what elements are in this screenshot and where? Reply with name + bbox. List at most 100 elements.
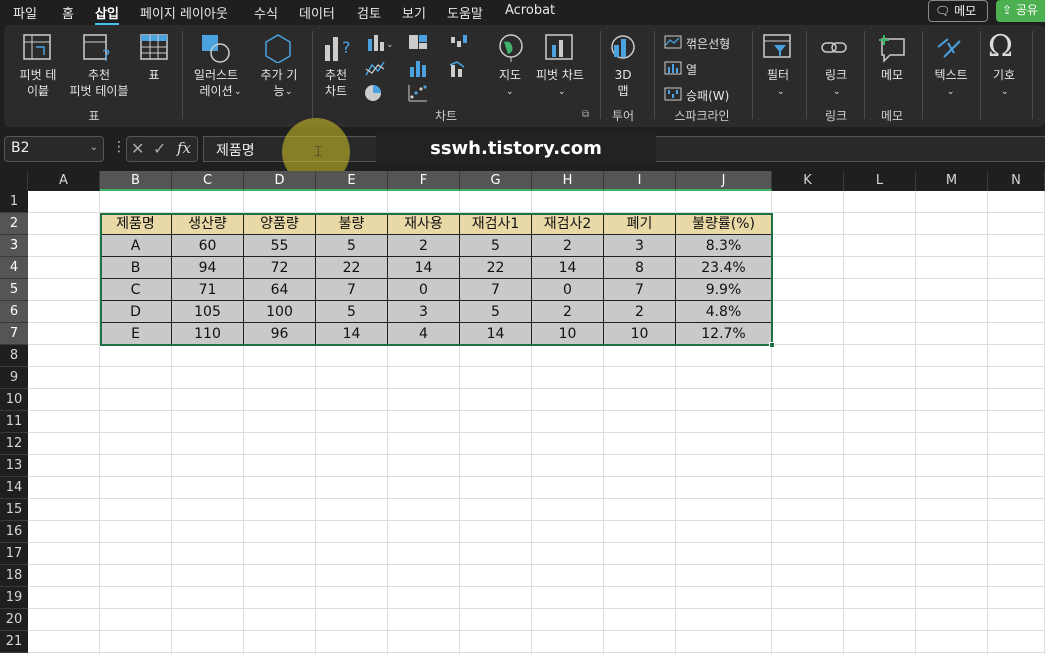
table-cell[interactable]: E: [100, 323, 172, 345]
table-cell[interactable]: 10: [532, 323, 604, 345]
table-header-cell[interactable]: 폐기: [604, 213, 676, 235]
table-cell[interactable]: 71: [172, 279, 244, 301]
table-cell[interactable]: 55: [244, 235, 316, 257]
table-cell[interactable]: D: [100, 301, 172, 323]
table-button[interactable]: 표: [140, 67, 168, 83]
table-cell[interactable]: 23.4%: [676, 257, 772, 279]
map-chart-button[interactable]: 지도: [490, 67, 530, 83]
table-cell[interactable]: 8: [604, 257, 676, 279]
column-header-j[interactable]: J: [676, 171, 772, 191]
column-header-b[interactable]: B: [100, 171, 172, 191]
more-options-icon[interactable]: ⋮: [112, 139, 126, 155]
chevron-down-icon[interactable]: ⌄: [90, 142, 98, 153]
table-cell[interactable]: 64: [244, 279, 316, 301]
tab-review[interactable]: 검토: [357, 3, 381, 22]
row-header-20[interactable]: 20: [0, 609, 28, 631]
fill-handle[interactable]: [769, 342, 775, 348]
table-header-cell[interactable]: 불량률(%): [676, 213, 772, 235]
dialog-launcher-icon[interactable]: ⧉: [582, 109, 589, 120]
table-cell[interactable]: 4: [388, 323, 460, 345]
table-cell[interactable]: 0: [388, 279, 460, 301]
table-cell[interactable]: 5: [316, 235, 388, 257]
row-header-3[interactable]: 3: [0, 235, 28, 257]
table-cell[interactable]: 3: [388, 301, 460, 323]
pie-chart-icon[interactable]: [364, 83, 394, 103]
row-header-15[interactable]: 15: [0, 499, 28, 521]
table-cell[interactable]: 12.7%: [676, 323, 772, 345]
tab-page-layout[interactable]: 페이지 레이아웃: [140, 3, 228, 22]
column-header-i[interactable]: I: [604, 171, 676, 191]
spreadsheet-grid[interactable]: A B C D E F G H I J K L M N 1 2 3 4 5 6 7 8 9 10 11 12 13 14 15 16 17 1…: [0, 171, 1045, 654]
sparkline-column-button[interactable]: 열: [686, 61, 697, 78]
table-cell[interactable]: 96: [244, 323, 316, 345]
link-button[interactable]: 링크: [816, 67, 856, 83]
table-cell[interactable]: 9.9%: [676, 279, 772, 301]
table-header-cell[interactable]: 제품명: [100, 213, 172, 235]
table-cell[interactable]: 7: [316, 279, 388, 301]
filter-button[interactable]: 필터: [758, 67, 798, 83]
new-memo-button[interactable]: 메모: [872, 67, 912, 83]
symbol-button[interactable]: 기호: [984, 67, 1024, 83]
column-chart-icon[interactable]: ⌄: [364, 33, 394, 53]
table-header-cell[interactable]: 재검사1: [460, 213, 532, 235]
select-all-corner[interactable]: [0, 171, 28, 191]
scatter-chart-icon[interactable]: [407, 83, 437, 103]
table-cell[interactable]: 0: [532, 279, 604, 301]
tab-data[interactable]: 데이터: [299, 3, 335, 22]
table-cell[interactable]: 10: [604, 323, 676, 345]
table-cell[interactable]: C: [100, 279, 172, 301]
table-cell[interactable]: 4.8%: [676, 301, 772, 323]
table-cell[interactable]: B: [100, 257, 172, 279]
share-button[interactable]: ⇪ 공유: [996, 0, 1045, 22]
column-header-g[interactable]: G: [460, 171, 532, 191]
tab-home[interactable]: 홈: [62, 3, 74, 22]
table-cell[interactable]: 22: [460, 257, 532, 279]
row-header-10[interactable]: 10: [0, 389, 28, 411]
cancel-icon[interactable]: ✕: [131, 139, 144, 158]
table-cell[interactable]: 2: [604, 301, 676, 323]
column-header-h[interactable]: H: [532, 171, 604, 191]
table-header-cell[interactable]: 재사용: [388, 213, 460, 235]
column-header-f[interactable]: F: [388, 171, 460, 191]
row-header-9[interactable]: 9: [0, 367, 28, 389]
row-header-4[interactable]: 4: [0, 257, 28, 279]
column-header-n[interactable]: N: [988, 171, 1045, 191]
enter-icon[interactable]: ✓: [153, 139, 166, 158]
column-header-l[interactable]: L: [844, 171, 916, 191]
table-cell[interactable]: 2: [532, 235, 604, 257]
tab-help[interactable]: 도움말: [447, 3, 483, 22]
row-header-1[interactable]: 1: [0, 191, 28, 213]
table-cell[interactable]: 110: [172, 323, 244, 345]
row-header-6[interactable]: 6: [0, 301, 28, 323]
tab-insert[interactable]: 삽입: [95, 3, 119, 25]
recommended-chart-button[interactable]: 추천 차트: [316, 67, 356, 99]
table-cell[interactable]: 60: [172, 235, 244, 257]
pivot-chart-button[interactable]: 피벗 차트: [530, 67, 590, 83]
tab-file[interactable]: 파일: [13, 3, 37, 22]
row-header-21[interactable]: 21: [0, 631, 28, 653]
row-header-11[interactable]: 11: [0, 411, 28, 433]
table-cell[interactable]: 14: [388, 257, 460, 279]
sparkline-line-button[interactable]: 꺾은선형: [686, 35, 730, 52]
name-box[interactable]: B2 ⌄: [4, 136, 104, 162]
table-cell[interactable]: 14: [460, 323, 532, 345]
table-cell[interactable]: 2: [532, 301, 604, 323]
line-chart-icon[interactable]: [364, 59, 394, 79]
row-header-5[interactable]: 5: [0, 279, 28, 301]
table-cell[interactable]: 5: [460, 301, 532, 323]
column-header-m[interactable]: M: [916, 171, 988, 191]
table-cell[interactable]: 14: [532, 257, 604, 279]
insert-function-icon[interactable]: fx: [177, 139, 191, 157]
recommended-pivot-button[interactable]: 추천 피벗 테이블: [60, 67, 138, 99]
memo-button[interactable]: 🗨 메모: [928, 0, 988, 22]
table-cell[interactable]: 72: [244, 257, 316, 279]
table-header-cell[interactable]: 불량: [316, 213, 388, 235]
table-cell[interactable]: 94: [172, 257, 244, 279]
3d-map-button[interactable]: 3D 맵: [604, 67, 642, 99]
row-header-16[interactable]: 16: [0, 521, 28, 543]
tab-acrobat[interactable]: Acrobat: [505, 3, 555, 18]
table-header-cell[interactable]: 양품량: [244, 213, 316, 235]
text-button[interactable]: 텍스트: [926, 67, 976, 83]
hierarchy-chart-icon[interactable]: [407, 33, 437, 53]
column-header-e[interactable]: E: [316, 171, 388, 191]
